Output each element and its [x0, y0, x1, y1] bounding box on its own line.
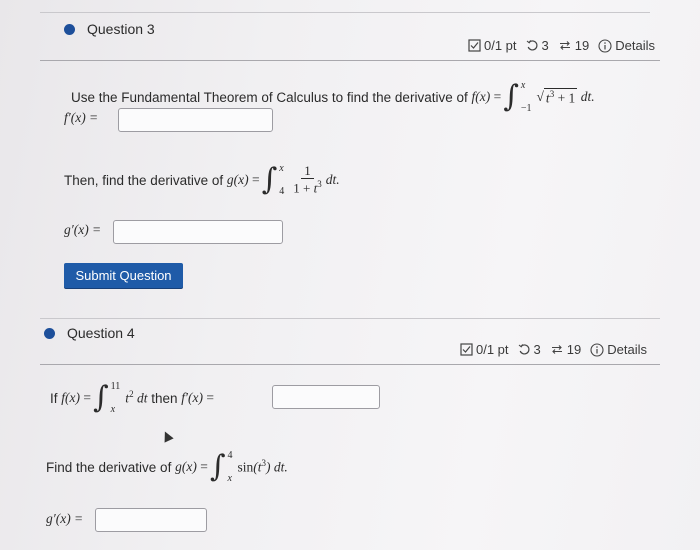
- attempts-text: 19: [574, 38, 590, 53]
- f-expression: f(x) =: [471, 89, 502, 104]
- question-4-divider: [40, 364, 660, 365]
- prompt-text: then: [151, 390, 178, 406]
- submit-question-button[interactable]: Submit Question: [64, 263, 183, 288]
- retry-icon: [518, 343, 531, 356]
- g-prime-label: g′(x) =: [46, 511, 84, 526]
- g-prime-input[interactable]: [95, 508, 207, 532]
- integral-g: ∫ 4x sin(t3) dt.: [209, 449, 288, 484]
- check-box-icon: [460, 343, 473, 356]
- attempts-icon: [558, 39, 572, 52]
- points-text: 0/1 pt: [476, 342, 509, 357]
- details-link[interactable]: Details: [607, 342, 647, 357]
- g-expression: g(x) =: [175, 459, 208, 474]
- info-icon[interactable]: [598, 38, 612, 53]
- g-expression: g(x) =: [226, 172, 260, 187]
- f-prime-expression: f′(x) =: [181, 390, 214, 405]
- integral-f: ∫ 11 x t2 dt: [93, 380, 148, 415]
- question-bullet-icon: [44, 327, 55, 339]
- question-4-title: Question 4: [67, 325, 135, 341]
- question-4-prompt-2: Find the derivative of g(x) = ∫ 4x sin(t…: [46, 450, 288, 484]
- attempts-icon: [550, 343, 564, 356]
- question-bullet-icon: [64, 23, 75, 35]
- f-prime-input[interactable]: [272, 385, 380, 409]
- retry-icon: [526, 39, 539, 52]
- question-3-divider: [40, 60, 660, 61]
- question-4-header: Question 4: [44, 325, 135, 341]
- info-icon[interactable]: [590, 342, 604, 357]
- retries-text: 3: [541, 38, 549, 53]
- f-prime-label: f′(x) =: [64, 110, 99, 125]
- g-prime-label: g′(x) =: [64, 222, 102, 237]
- question-4-meta: 0/1 pt 3 19 Details: [460, 342, 647, 357]
- check-box-icon: [468, 39, 481, 52]
- question-3-title: Question 3: [87, 21, 155, 37]
- f-expression: f(x) =: [61, 390, 92, 405]
- question-4-prompt-1: If f(x) = ∫ 11 x t2 dt then f′(x) =: [50, 381, 214, 415]
- question-3-header: Question 3: [64, 21, 155, 37]
- prompt-text: If: [50, 390, 58, 406]
- prompt-text: Find the derivative of: [46, 459, 172, 475]
- question-3-meta: 0/1 pt 3 19 Details: [468, 38, 655, 53]
- integral-g: ∫ x4 11 + t3 dt.: [261, 162, 340, 197]
- attempts-text: 19: [566, 342, 582, 357]
- retries-text: 3: [533, 342, 541, 357]
- prompt-text: Use the Fundamental Theorem of Calculus …: [71, 89, 468, 105]
- question-4-top-divider: [40, 318, 660, 319]
- points-text: 0/1 pt: [484, 38, 517, 53]
- top-divider: [40, 12, 650, 13]
- g-prime-input[interactable]: [113, 220, 283, 244]
- mouse-cursor-icon: [160, 429, 174, 443]
- question-3-prompt-2: Then, find the derivative of g(x) = ∫ x4…: [64, 163, 340, 197]
- details-link[interactable]: Details: [615, 38, 655, 53]
- integral-f: ∫ x −1 √ t3 + 1 dt.: [503, 79, 595, 114]
- f-prime-input[interactable]: [118, 108, 273, 132]
- prompt-text: Then, find the derivative of: [64, 172, 224, 188]
